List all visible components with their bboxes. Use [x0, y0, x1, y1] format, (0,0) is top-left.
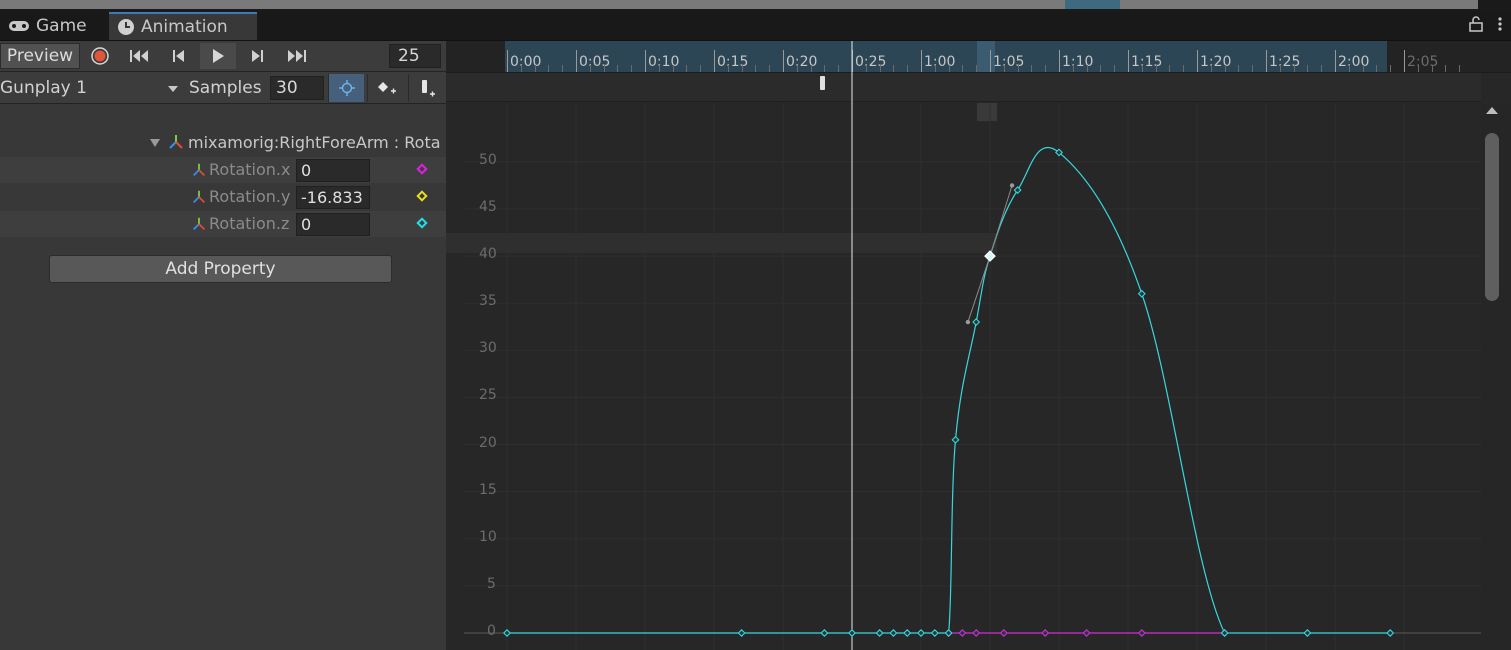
tangent-handle[interactable]	[965, 319, 971, 325]
clip-toolbar: Gunplay 1 Samples 30	[0, 72, 446, 104]
add-event-button[interactable]	[408, 74, 444, 102]
skip-to-start-icon	[130, 50, 148, 62]
tab-game[interactable]: Game	[0, 12, 108, 40]
samples-label: Samples	[189, 78, 262, 98]
playback-toolbar: Preview 25	[0, 41, 446, 72]
add-keyframe-icon	[377, 82, 396, 94]
property-value-field[interactable]: 0	[296, 159, 370, 182]
current-frame-field[interactable]: 25	[389, 44, 441, 68]
clip-dropdown[interactable]: Gunplay 1	[0, 75, 184, 101]
first-key-button[interactable]	[122, 43, 158, 69]
y-tick-label: 35	[479, 293, 497, 310]
lock-icon[interactable]	[1469, 16, 1483, 32]
y-tick-label: 40	[479, 246, 497, 263]
keyframe-diamond-icon[interactable]	[416, 217, 428, 229]
step-back-icon	[173, 50, 184, 62]
chevron-down-icon	[168, 86, 178, 92]
add-property-button[interactable]: Add Property	[49, 255, 392, 283]
window-tab-bar: Game Animation	[0, 12, 1511, 41]
selection-band-top	[977, 103, 997, 121]
tab-game-label: Game	[36, 16, 87, 36]
scene-preview	[0, 0, 1478, 9]
property-name: Rotation.z	[209, 214, 290, 233]
property-name: Rotation.x	[209, 160, 291, 179]
property-group-label: mixamorig:RightForeArm : Rota	[188, 133, 441, 152]
y-tick-label: 45	[479, 198, 497, 215]
y-tick-label: 10	[479, 528, 497, 545]
property-row-rotation-x[interactable]: Rotation.x 0	[0, 157, 446, 183]
play-button[interactable]	[200, 43, 236, 69]
samples-field[interactable]: 30	[270, 76, 324, 100]
tab-animation-label: Animation	[141, 17, 228, 37]
selection-band-left	[446, 233, 997, 253]
y-tick-label: 30	[479, 340, 497, 357]
keyframe-diamond-icon[interactable]	[416, 163, 428, 175]
y-tick-label: 15	[479, 481, 497, 498]
scroll-up-arrow-icon[interactable]	[1486, 107, 1498, 114]
kebab-menu-icon[interactable]	[1497, 16, 1503, 32]
property-value-field[interactable]: 0	[296, 213, 370, 236]
property-row-rotation-y[interactable]: Rotation.y -16.833	[0, 184, 446, 210]
prev-key-button[interactable]	[162, 43, 196, 69]
clock-icon	[118, 19, 134, 35]
preview-button[interactable]: Preview	[0, 43, 80, 69]
scrollbar-thumb[interactable]	[1485, 133, 1499, 301]
y-tick-label: 5	[487, 575, 496, 592]
graph-background	[446, 103, 1481, 650]
property-value-field[interactable]: -16.833	[296, 186, 370, 209]
clip-dropdown-value: Gunplay 1	[0, 78, 87, 98]
next-key-button[interactable]	[240, 43, 274, 69]
property-row-rotation-z[interactable]: Rotation.z 0	[0, 211, 446, 237]
transform-axes-icon	[193, 217, 205, 230]
y-tick-label: 25	[479, 387, 497, 404]
window-controls	[1469, 16, 1503, 32]
curve-editor[interactable]: 0:00 0:05 0:10 0:15 0:20 0:25 1:00 1:05 1:10 1:15…	[446, 41, 1511, 650]
play-icon	[213, 49, 224, 63]
property-name: Rotation.y	[209, 187, 291, 206]
skip-to-end-icon	[288, 50, 306, 62]
y-tick-label: 0	[487, 623, 496, 639]
curve-graph[interactable]	[446, 41, 1511, 650]
record-button[interactable]	[84, 43, 116, 69]
add-event-icon	[421, 80, 435, 97]
y-tick-label: 20	[479, 434, 497, 451]
scene-view-strip	[0, 0, 1511, 12]
step-forward-icon	[252, 50, 263, 62]
property-group-header[interactable]: mixamorig:RightForeArm : Rota	[0, 131, 446, 155]
add-keyframe-button[interactable]	[367, 74, 403, 102]
record-icon	[91, 47, 109, 65]
caret-down-icon	[150, 139, 160, 147]
transform-axes-icon	[193, 163, 205, 176]
crosshair-icon	[338, 80, 355, 96]
y-tick-label: 50	[479, 151, 497, 168]
gamepad-icon	[9, 21, 29, 31]
last-key-button[interactable]	[278, 43, 314, 69]
tangent-handle[interactable]	[1009, 183, 1015, 188]
tab-animation[interactable]: Animation	[109, 12, 257, 40]
transform-axes-icon	[169, 135, 183, 149]
animation-left-panel: Preview 25 Gunplay 1 Samples 30 mixamori…	[0, 41, 446, 650]
transform-axes-icon	[193, 190, 205, 203]
keyframe-diamond-icon[interactable]	[416, 190, 428, 202]
scene-object	[1065, 0, 1120, 9]
ripple-button[interactable]	[328, 74, 364, 102]
